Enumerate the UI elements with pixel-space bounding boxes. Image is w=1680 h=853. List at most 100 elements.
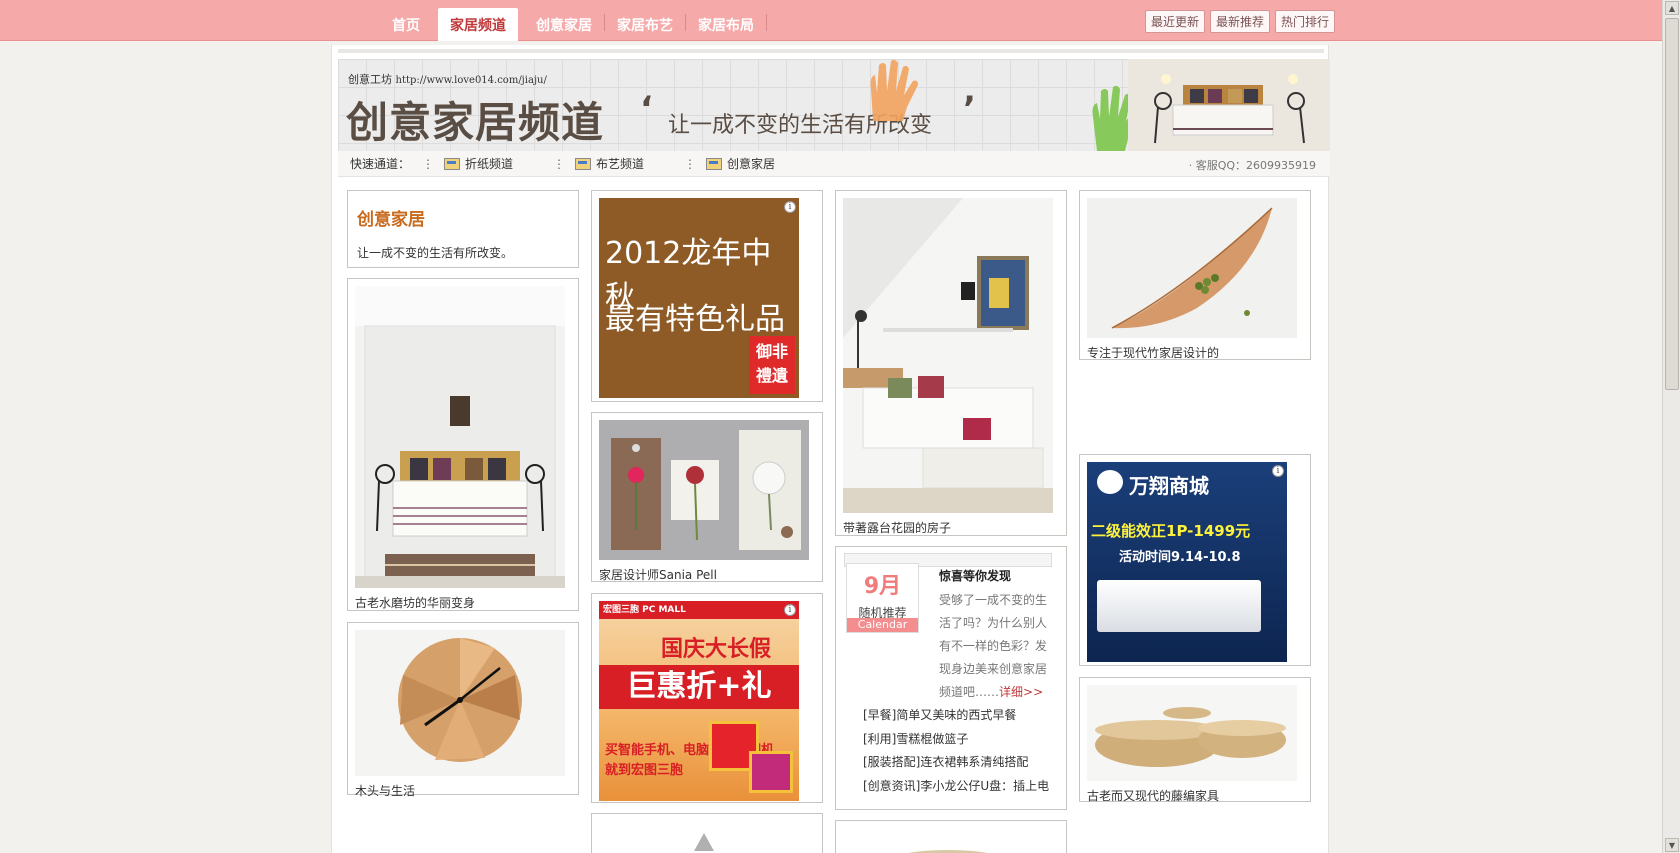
brand-logo-icon	[1097, 470, 1123, 494]
quick-link-creative[interactable]: 创意家居	[706, 155, 775, 172]
mail-icon	[706, 157, 723, 170]
recent-updates-button[interactable]: 最近更新	[1145, 10, 1206, 33]
random-desc: 受够了一成不变的生活了吗？为什么别人有不一样的色彩？发现身边美来创意家居频道吧……	[939, 589, 1049, 704]
quick-link-creative-label: 创意家居	[727, 157, 776, 171]
mail-icon	[575, 157, 592, 170]
pcmall-ad-line1: 国庆大长假	[661, 637, 772, 662]
nav-divider	[766, 14, 767, 31]
quick-link-origami-label: 折纸频道	[465, 157, 514, 171]
article-card-bamboo[interactable]: 专注于现代竹家居设计的	[1079, 190, 1311, 360]
bamboo-caption[interactable]: 专注于现代竹家居设计的	[1087, 344, 1303, 361]
air-conditioner-image	[1097, 580, 1261, 632]
list-item[interactable]: [早餐]简单又美味的西式早餐	[863, 704, 1049, 728]
ad-info-icon[interactable]: i	[784, 604, 796, 616]
tags-caption[interactable]: 家居设计师Sania Pell	[599, 566, 815, 583]
pcmall-ad-line2: 巨惠折+礼	[599, 665, 799, 709]
livingroom-photo[interactable]	[843, 198, 1053, 513]
page-container: 创意工坊 http://www.love014.com/jiaju/ 创意家居频…	[331, 45, 1330, 853]
quick-links-separator: ⋮	[422, 156, 435, 171]
nav-right-buttons: 最近更新 最新推荐 热门排行	[1145, 10, 1336, 33]
tags-photo[interactable]	[599, 420, 809, 560]
scroll-up-arrow-icon[interactable]: ▲	[1665, 1, 1679, 15]
ad-info-icon[interactable]: i	[1272, 465, 1284, 477]
article-card-partial-1[interactable]	[591, 813, 823, 853]
clock-caption[interactable]: 木头与生活	[355, 782, 571, 799]
article-card-livingroom[interactable]: 带著露台花园的房子	[835, 190, 1067, 536]
list-item[interactable]: [利用]雪糕棍做篮子	[863, 728, 1049, 752]
random-more-link[interactable]: 详细>>	[999, 685, 1043, 699]
top-nav-bar: 首页 家居频道 创意家居 家居布艺 家居布局 最近更新 最新推荐 热门排行	[0, 0, 1662, 41]
nav-home-layout[interactable]: 家居布局	[686, 8, 766, 41]
random-title: 惊喜等你发现	[939, 569, 1012, 583]
article-card-tags[interactable]: 家居设计师Sania Pell	[591, 412, 823, 582]
bedroom-caption[interactable]: 古老水磨坊的华丽变身	[355, 594, 571, 611]
wicker-caption[interactable]: 古老而又现代的藤编家具	[1087, 787, 1303, 804]
aircon-ad-image[interactable]: 万翔商城 二级能效正1P-1499元 活动时间9.14-10.8 i	[1087, 462, 1287, 662]
article-card-bedroom[interactable]: 古老水磨坊的华丽变身	[347, 278, 579, 611]
intro-desc: 让一成不变的生活有所改变。	[357, 246, 514, 260]
banner-site-line: 创意工坊 http://www.love014.com/jiaju/	[348, 71, 547, 87]
wicker-furniture-photo[interactable]	[1087, 685, 1297, 781]
mooncake-ad-image[interactable]: 2012龙年中秋 最有特色礼品 御非 禮遺 i	[599, 198, 799, 398]
pcmall-ad-line4: 就到宏图三胞	[605, 763, 684, 778]
quick-links-label: 快速通道：	[350, 157, 411, 171]
list-item[interactable]: [服装搭配]连衣裙韩系清纯搭配	[863, 751, 1049, 775]
main-nav: 首页 家居频道 创意家居 家居布艺 家居布局	[380, 8, 767, 41]
article-card-partial-2[interactable]	[835, 820, 1067, 853]
aircon-ad-brand: 万翔商城	[1129, 474, 1209, 498]
intro-title: 创意家居	[357, 210, 425, 230]
gift-box-icon	[749, 751, 793, 793]
customer-service-qq: · 客服QQ：2609935919	[1188, 159, 1316, 172]
nav-home-channel[interactable]: 家居频道	[438, 8, 518, 41]
calendar-month: 9月	[863, 574, 902, 599]
ad-card-mooncake[interactable]: 2012龙年中秋 最有特色礼品 御非 禮遺 i	[591, 190, 823, 402]
random-desc-text: 受够了一成不变的生活了吗？为什么别人有不一样的色彩？发现身边美来创意家居频道吧……	[939, 593, 1048, 699]
calendar-badge: 9月 随机推荐 Calendar	[846, 563, 919, 633]
partial-photo[interactable]	[599, 821, 809, 853]
random-recommend-card: 9月 随机推荐 Calendar 惊喜等你发现 受够了一成不变的生活了吗？为什么…	[835, 546, 1067, 810]
article-card-clock[interactable]: 木头与生活	[347, 622, 579, 798]
hot-ranking-button[interactable]: 热门排行	[1275, 10, 1336, 33]
scroll-down-arrow-icon[interactable]: ▼	[1665, 838, 1679, 852]
nav-home[interactable]: 首页	[380, 8, 432, 41]
aircon-ad-line2: 活动时间9.14-10.8	[1119, 550, 1241, 565]
quick-link-fabric-label: 布艺频道	[596, 157, 645, 171]
page-top-divider	[338, 49, 1324, 53]
nav-home-fabric[interactable]: 家居布艺	[605, 8, 685, 41]
scrollbar-thumb[interactable]	[1665, 18, 1679, 390]
pcmall-ad-brand: 宏图三胞 PC MALL	[599, 601, 799, 619]
ad-card-aircon[interactable]: 万翔商城 二级能效正1P-1499元 活动时间9.14-10.8 i	[1079, 454, 1311, 666]
banner-url[interactable]: http://www.love014.com/jiaju/	[396, 75, 547, 86]
banner-site-name: 创意工坊	[348, 73, 392, 86]
channel-banner: 创意工坊 http://www.love014.com/jiaju/ 创意家居频…	[338, 59, 1330, 151]
nav-creative-home[interactable]: 创意家居	[524, 8, 604, 41]
banner-title: 创意家居频道	[346, 98, 605, 147]
mooncake-ad-line2: 最有特色礼品	[605, 302, 785, 337]
partial-photo[interactable]	[843, 828, 1053, 853]
bamboo-boat-photo[interactable]	[1087, 198, 1297, 338]
quick-link-origami[interactable]: 折纸频道	[444, 155, 513, 172]
banner-quote-close: ’	[963, 89, 976, 129]
intro-card: 创意家居 让一成不变的生活有所改变。	[347, 190, 579, 268]
random-article-list: [早餐]简单又美味的西式早餐 [利用]雪糕棍做篮子 [服装搭配]连衣裙韩系清纯搭…	[863, 704, 1049, 799]
banner-quote-open: ‘	[640, 89, 653, 129]
ad-info-icon[interactable]: i	[784, 201, 796, 213]
aircon-ad-line1: 二级能效正1P-1499元	[1091, 522, 1251, 540]
banner-bedroom-photo	[1128, 59, 1330, 151]
quick-links-separator: ⋮	[684, 156, 697, 171]
livingroom-caption[interactable]: 带著露台花园的房子	[843, 519, 1059, 536]
orange-hand-icon	[870, 59, 918, 121]
quick-links-separator: ⋮	[553, 156, 566, 171]
mail-icon	[444, 157, 461, 170]
quick-link-fabric[interactable]: 布艺频道	[575, 155, 644, 172]
latest-recommend-button[interactable]: 最新推荐	[1210, 10, 1271, 33]
list-item[interactable]: [创意资讯]李小龙公仔U盘：插上电	[863, 775, 1049, 799]
pcmall-ad-image[interactable]: 宏图三胞 PC MALL 国庆大长假 巨惠折+礼 买智能手机、电脑、单反相机 就…	[599, 601, 799, 801]
calendar-footer: Calendar	[847, 618, 918, 632]
vertical-scrollbar[interactable]: ▲ ▼	[1662, 0, 1680, 853]
ad-card-pcmall[interactable]: 宏图三胞 PC MALL 国庆大长假 巨惠折+礼 买智能手机、电脑、单反相机 就…	[591, 593, 823, 803]
bedroom-photo[interactable]	[355, 286, 565, 588]
article-card-wicker[interactable]: 古老而又现代的藤编家具	[1079, 677, 1311, 804]
clock-photo[interactable]	[355, 630, 565, 776]
quick-links-bar: 快速通道： ⋮ 折纸频道 ⋮ 布艺频道 ⋮ 创意家居 · 客服QQ：260993…	[338, 151, 1330, 177]
